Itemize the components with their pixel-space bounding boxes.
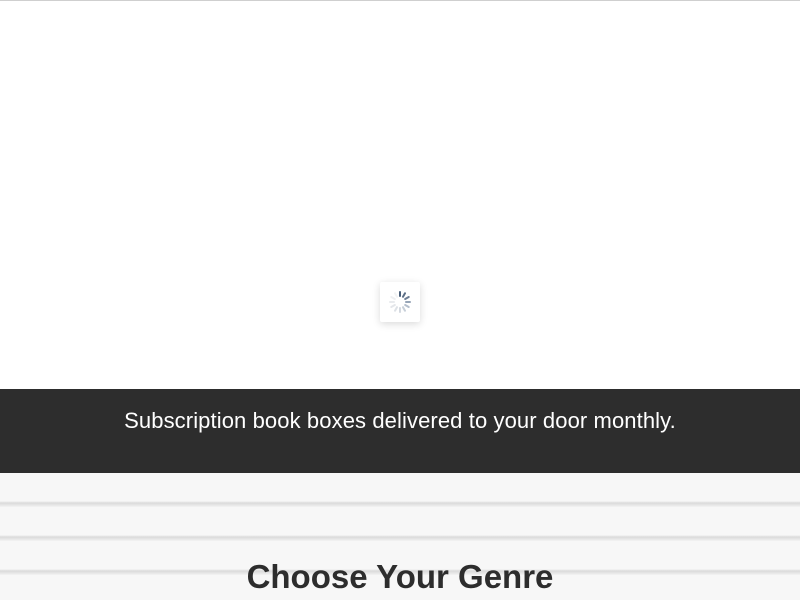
genre-section: Choose Your Genre [0,473,800,600]
tagline-banner: Subscription book boxes delivered to you… [0,389,800,473]
loading-spinner-icon [389,291,411,313]
hero-area [0,1,800,389]
loading-indicator [380,282,420,322]
tagline-text: Subscription book boxes delivered to you… [124,408,676,433]
genre-section-title: Choose Your Genre [246,558,554,595]
